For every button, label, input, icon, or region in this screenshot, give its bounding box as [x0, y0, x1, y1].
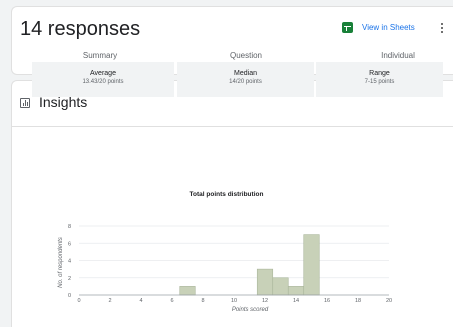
x-tick-label: 16: [324, 298, 330, 304]
x-tick-label: 2: [108, 298, 111, 304]
y-tick-label: 6: [68, 241, 71, 247]
y-tick-label: 8: [68, 224, 71, 230]
histogram-bar[interactable]: [179, 286, 196, 296]
histogram-bar[interactable]: [272, 277, 289, 296]
x-tick-label: 8: [201, 298, 204, 304]
x-tick-label: 14: [293, 298, 299, 304]
histogram-bar[interactable]: [256, 268, 274, 296]
x-tick-label: 4: [139, 298, 142, 304]
y-axis-label: No. of respondents: [58, 237, 64, 288]
x-tick-label: 12: [262, 298, 268, 304]
x-tick-label: 20: [386, 298, 392, 304]
x-tick-label: 6: [170, 298, 173, 304]
histogram-bar[interactable]: [303, 234, 320, 296]
points-distribution-chart: 0 2 4 6 8 0 2 4 6 8 10 12 14 16 18 20 Points scored No.…: [58, 224, 392, 313]
histogram-bar[interactable]: [287, 286, 305, 296]
x-tick-label: 18: [355, 298, 361, 304]
x-tick-label: 0: [77, 298, 80, 304]
y-tick-label: 2: [68, 276, 71, 282]
y-tick-label: 4: [68, 259, 71, 265]
y-tick-label: 0: [68, 293, 71, 299]
x-axis-label: Points scored: [232, 307, 269, 313]
x-tick-label: 10: [231, 298, 237, 304]
